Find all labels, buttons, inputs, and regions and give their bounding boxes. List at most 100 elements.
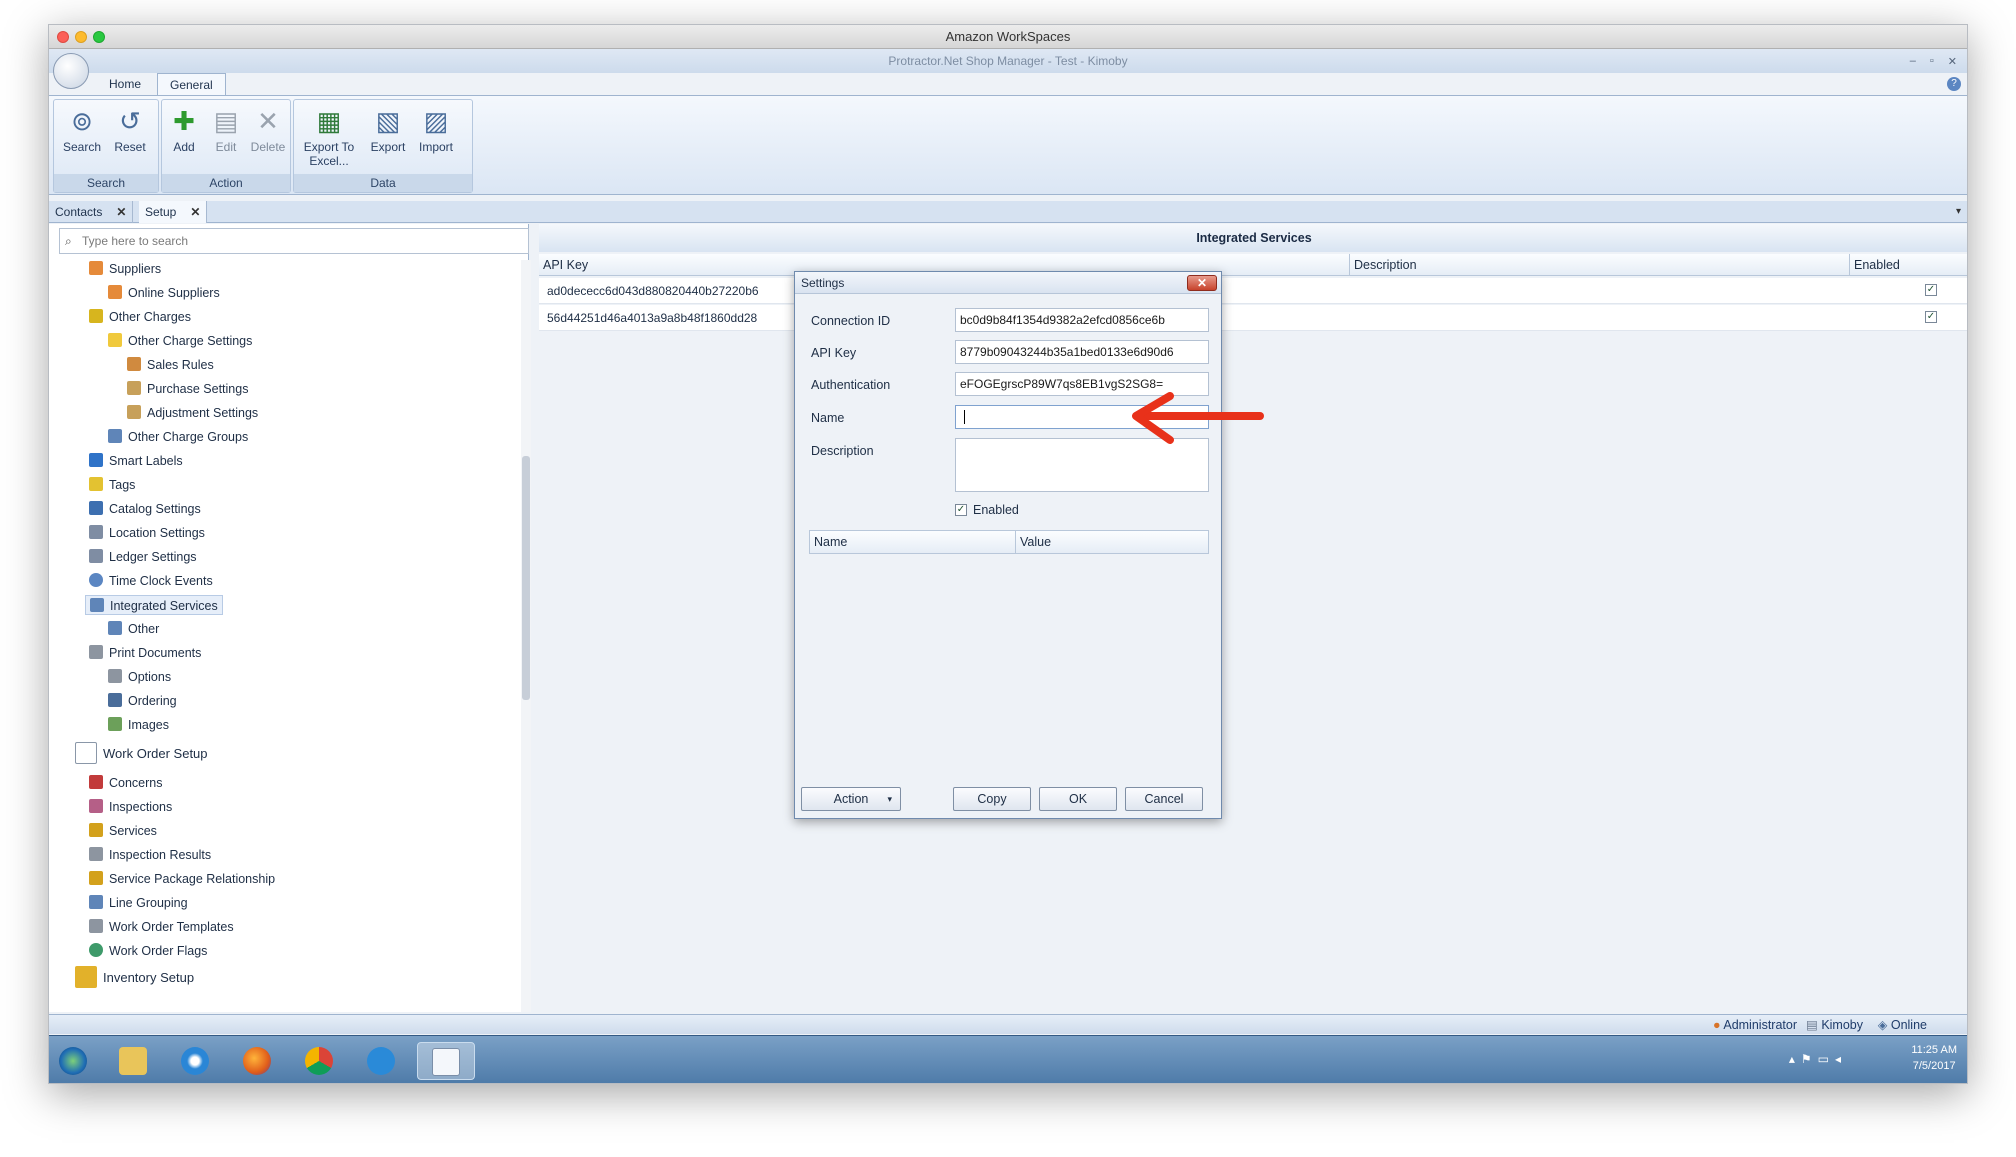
taskbar-protractor[interactable] — [417, 1042, 475, 1080]
tree-item-inventory-setup[interactable]: Inventory Setup — [75, 965, 194, 991]
ok-button[interactable]: OK — [1039, 787, 1117, 811]
reset-button[interactable]: ↺ Reset — [106, 106, 154, 154]
enabled-checkbox[interactable]: ✓ — [955, 504, 967, 516]
tree-item-smart-labels[interactable]: Smart Labels — [89, 451, 183, 471]
taskbar-firefox[interactable] — [237, 1042, 277, 1080]
tree-item-tags[interactable]: Tags — [89, 475, 135, 495]
tree-item-options[interactable]: Options — [108, 667, 171, 687]
minimize-icon[interactable]: – — [1910, 55, 1916, 67]
tree-item-label: Options — [128, 670, 172, 684]
tree-item-inspections[interactable]: Inspections — [89, 797, 172, 817]
tree-item-print-documents[interactable]: Print Documents — [89, 643, 201, 663]
tab-contacts[interactable]: Contacts ✕ — [49, 201, 134, 223]
tree-item-other-charge-groups[interactable]: Other Charge Groups — [108, 427, 248, 447]
system-clock[interactable]: 11:25 AM 7/5/2017 — [1911, 1042, 1957, 1074]
connection-id-field[interactable]: bc0d9b84f1354d9382a2efcd0856ce6b — [955, 308, 1209, 332]
close-traffic-light[interactable] — [57, 31, 69, 43]
tree-item-ledger-settings[interactable]: Ledger Settings — [89, 547, 197, 567]
help-icon[interactable]: ? — [1947, 77, 1961, 91]
taskbar-explorer[interactable] — [113, 1042, 153, 1080]
tree-item-time-clock-events[interactable]: Time Clock Events — [89, 571, 213, 591]
taskbar-internet-explorer[interactable] — [175, 1042, 215, 1080]
tree-item-work-order-templates[interactable]: Work Order Templates — [89, 917, 234, 937]
tree-item-label: Other Charges — [109, 310, 191, 324]
tree-item-service-package-relationship[interactable]: Service Package Relationship — [89, 869, 275, 889]
close-icon[interactable]: ✕ — [1948, 55, 1957, 68]
tree-item-label: Suppliers — [109, 262, 162, 276]
tree-item-label: Purchase Settings — [147, 382, 249, 396]
close-icon[interactable]: ✕ — [1187, 275, 1217, 291]
tree-item-label: Ordering — [128, 694, 177, 708]
search-icon: ⌕ — [65, 234, 72, 248]
tree-item-catalog-settings[interactable]: Catalog Settings — [89, 499, 201, 519]
cancel-button[interactable]: Cancel — [1125, 787, 1203, 811]
restore-icon[interactable]: ▫ — [1930, 55, 1934, 67]
close-tab-icon[interactable]: ✕ — [116, 205, 126, 219]
scrollbar-thumb[interactable] — [522, 456, 530, 700]
tree-item-location-settings[interactable]: Location Settings — [89, 523, 205, 543]
tree-item-other[interactable]: Other — [108, 619, 159, 639]
printer-icon — [89, 645, 103, 659]
delete-icon: ✕ — [257, 106, 279, 136]
column-value[interactable]: Value — [1016, 531, 1208, 553]
copy-button[interactable]: Copy — [953, 787, 1031, 811]
add-button[interactable]: ✚ Add — [162, 106, 206, 154]
export-button[interactable]: ▧ Export — [364, 106, 412, 154]
tree-item-label: Location Settings — [109, 526, 205, 540]
tree-item-work-order-setup[interactable]: Work Order Setup — [75, 741, 208, 767]
person-icon — [89, 261, 103, 275]
tree-item-online-suppliers[interactable]: Online Suppliers — [108, 283, 220, 303]
search-button[interactable]: ⊚ Search — [58, 106, 106, 154]
tag-icon — [89, 477, 103, 491]
tab-home[interactable]: Home — [97, 73, 153, 95]
tree-item-label: Ledger Settings — [109, 550, 197, 564]
zoom-traffic-light[interactable] — [93, 31, 105, 43]
flag-icon — [89, 943, 103, 957]
api-key-field[interactable]: 8779b09043244b35a1bed0133e6d90d6 — [955, 340, 1209, 364]
enabled-checkbox[interactable]: ✓ — [1925, 311, 1937, 323]
tree-item-purchase-settings[interactable]: Purchase Settings — [127, 379, 248, 399]
status-bar: ● Administrator ▤ Kimoby ◈ Online — [49, 1014, 1967, 1034]
column-description[interactable]: Description — [1349, 254, 1849, 276]
tree-item-inspection-results[interactable]: Inspection Results — [89, 845, 211, 865]
taskbar-chat[interactable] — [361, 1042, 401, 1080]
search-input[interactable]: ⌕ Type here to search — [59, 228, 529, 254]
column-enabled[interactable]: Enabled — [1849, 254, 1967, 276]
close-tab-icon[interactable]: ✕ — [190, 205, 200, 219]
api-key-cell: ad0dececc6d043d880820440b27220b6 — [547, 284, 759, 298]
edit-button[interactable]: ▤ Edit — [204, 106, 248, 154]
tree-item-services[interactable]: Services — [89, 821, 157, 841]
tree-item-work-order-flags[interactable]: Work Order Flags — [89, 941, 207, 961]
tree-item-other-charge-settings[interactable]: Other Charge Settings — [108, 331, 252, 351]
delete-button[interactable]: ✕ Delete — [246, 106, 290, 154]
tree-item-integrated-services[interactable]: Integrated Services — [85, 595, 223, 615]
import-button[interactable]: ▨ Import — [412, 106, 460, 154]
tree-item-adjustment-settings[interactable]: Adjustment Settings — [127, 403, 258, 423]
tab-general[interactable]: General — [157, 73, 226, 95]
tree-item-suppliers[interactable]: Suppliers — [89, 259, 161, 279]
export-to-excel-button[interactable]: ▦ Export To Excel... — [298, 106, 360, 168]
tree-item-images[interactable]: Images — [108, 715, 169, 735]
windows-taskbar: ▴⚑▭◂ 11:25 AM 7/5/2017 — [49, 1035, 1967, 1083]
settings-icon — [127, 381, 141, 395]
enabled-checkbox[interactable]: ✓ — [1925, 284, 1937, 296]
catalog-icon — [89, 501, 103, 515]
tabs-dropdown-icon[interactable]: ▾ — [1956, 201, 1961, 223]
taskbar-chrome[interactable] — [299, 1042, 339, 1080]
tab-setup[interactable]: Setup ✕ — [139, 201, 208, 223]
start-button[interactable] — [53, 1042, 93, 1080]
tray-icons[interactable]: ▴⚑▭◂ — [1789, 1052, 1847, 1066]
tree-item-other-charges[interactable]: Other Charges — [89, 307, 191, 327]
minimize-traffic-light[interactable] — [75, 31, 87, 43]
tree-item-ordering[interactable]: Ordering — [108, 691, 177, 711]
tree-item-line-grouping[interactable]: Line Grouping — [89, 893, 188, 913]
column-name[interactable]: Name — [810, 531, 1016, 553]
table-row[interactable]: 56d44251d46a4013a9a8b48f1860dd28 ✓ — [539, 305, 1967, 331]
table-row[interactable]: ad0dececc6d043d880820440b27220b6 ✓ — [539, 278, 1967, 304]
tree-item-sales-rules[interactable]: Sales Rules — [127, 355, 214, 375]
tree-scrollbar[interactable] — [521, 260, 531, 1012]
settings-icon — [127, 405, 141, 419]
action-dropdown-button[interactable]: Action ▾ — [801, 787, 901, 811]
app-menu-orb[interactable] — [53, 53, 89, 89]
tree-item-concerns[interactable]: Concerns — [89, 773, 163, 793]
